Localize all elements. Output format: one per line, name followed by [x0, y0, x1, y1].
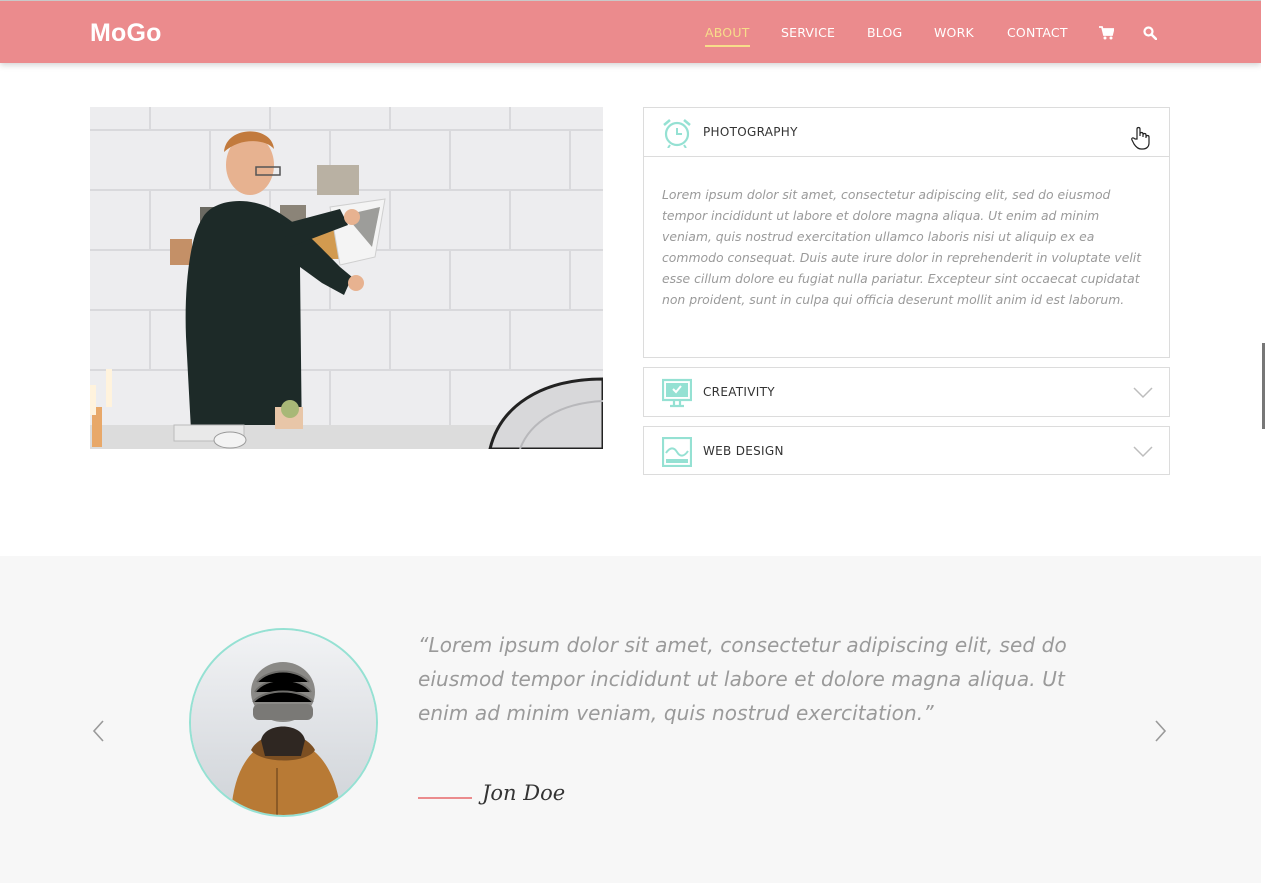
- nav-service[interactable]: SERVICE: [781, 25, 835, 45]
- nav-blog[interactable]: BLOG: [867, 25, 902, 45]
- accordion-item-creativity[interactable]: CREATIVITY: [643, 367, 1170, 417]
- nav-contact[interactable]: CONTACT: [1007, 25, 1068, 45]
- accordion-header-photography[interactable]: PHOTOGRAPHY: [644, 108, 1169, 156]
- alarm-clock-icon: [662, 118, 692, 149]
- hand-cursor-icon: [1131, 126, 1151, 155]
- chevron-down-icon[interactable]: [1133, 386, 1153, 399]
- accordion-title: PHOTOGRAPHY: [703, 125, 798, 139]
- nav-work[interactable]: WORK: [934, 25, 974, 45]
- testimonial-author: Jon Doe: [482, 781, 566, 805]
- accordion-title: WEB DESIGN: [703, 444, 784, 458]
- accordion-item-web-design[interactable]: WEB DESIGN: [643, 426, 1170, 475]
- accordion-header-web-design[interactable]: WEB DESIGN: [644, 427, 1169, 475]
- monitor-icon: [661, 378, 693, 408]
- site-header: MoGo ABOUT SERVICE BLOG WORK CONTACT: [0, 0, 1261, 63]
- author-divider: [418, 797, 472, 799]
- chart-wave-icon: [661, 436, 693, 468]
- cart-icon[interactable]: [1099, 26, 1115, 45]
- accordion-item-photography: PHOTOGRAPHY Lorem ipsum dolor sit amet, …: [643, 107, 1170, 358]
- testimonial-avatar: [189, 628, 378, 817]
- accordion-body-photography: Lorem ipsum dolor sit amet, consectetur …: [644, 156, 1169, 358]
- page-scrollbar-track[interactable]: [1261, 0, 1265, 883]
- testimonial-quote: “Lorem ipsum dolor sit amet, consectetur…: [418, 633, 1067, 725]
- main-nav: ABOUT SERVICE BLOG WORK CONTACT: [0, 25, 1261, 49]
- chevron-right-icon[interactable]: [1154, 719, 1168, 743]
- accordion-title: CREATIVITY: [703, 385, 775, 399]
- search-icon[interactable]: [1143, 26, 1158, 45]
- nav-about[interactable]: ABOUT: [705, 25, 750, 47]
- accordion-header-creativity[interactable]: CREATIVITY: [644, 368, 1169, 416]
- chevron-down-icon[interactable]: [1133, 445, 1153, 458]
- chevron-left-icon[interactable]: [91, 719, 105, 743]
- about-photo: [90, 107, 603, 449]
